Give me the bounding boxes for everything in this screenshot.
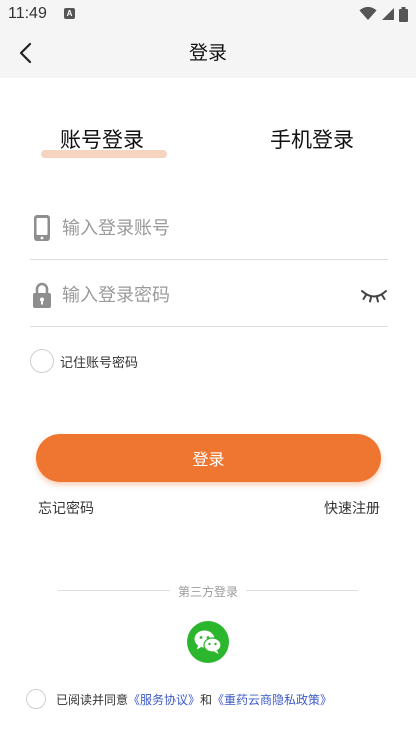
service-agreement-link[interactable]: 《服务协议》 xyxy=(128,693,200,707)
forgot-password-link[interactable]: 忘记密码 xyxy=(38,498,94,518)
remember-label: 记住账号密码 xyxy=(60,355,139,371)
remember-radio[interactable] xyxy=(30,349,54,373)
nav-bar: 登录 xyxy=(0,28,416,78)
signal-icon xyxy=(382,8,394,20)
tab-phone-login[interactable]: 手机登录 xyxy=(270,124,354,164)
tab-account-login[interactable]: 账号登录 xyxy=(60,124,144,164)
agreement-text: 已阅读并同意《服务协议》和《重药云商隐私政策》 xyxy=(56,691,332,708)
remember-row[interactable]: 记住账号密码 xyxy=(30,349,138,373)
wechat-icon xyxy=(194,630,222,654)
battery-icon xyxy=(399,6,408,22)
password-field xyxy=(30,267,388,327)
status-indicators xyxy=(359,5,408,23)
agreement-prefix: 已阅读并同意 xyxy=(56,692,129,707)
lock-icon xyxy=(33,282,51,308)
third-party-label: 第三方登录 xyxy=(177,585,238,599)
status-bar: 11:49 A xyxy=(0,0,416,28)
back-button[interactable] xyxy=(10,38,40,68)
phone-icon xyxy=(34,215,50,241)
account-input[interactable] xyxy=(62,214,352,242)
agreement-row: 已阅读并同意《服务协议》和《重药云商隐私政策》 xyxy=(26,688,332,710)
wifi-icon xyxy=(359,7,377,20)
wechat-login-button[interactable] xyxy=(187,621,229,663)
chevron-left-icon xyxy=(19,42,32,64)
divider-right xyxy=(246,590,358,591)
status-time: 11:49 xyxy=(8,5,47,22)
notification-a-icon: A xyxy=(64,8,75,19)
privacy-policy-link[interactable]: 《重药云商隐私政策》 xyxy=(212,693,332,707)
eye-closed-icon[interactable] xyxy=(360,285,388,305)
agreement-conjunction: 和 xyxy=(200,692,213,707)
divider-left xyxy=(58,590,170,591)
quick-register-link[interactable]: 快速注册 xyxy=(324,498,380,518)
account-field xyxy=(30,200,388,260)
page-title: 登录 xyxy=(188,42,227,64)
password-input[interactable] xyxy=(62,281,352,309)
login-button[interactable]: 登录 xyxy=(36,434,381,482)
agreement-radio[interactable] xyxy=(26,689,46,709)
